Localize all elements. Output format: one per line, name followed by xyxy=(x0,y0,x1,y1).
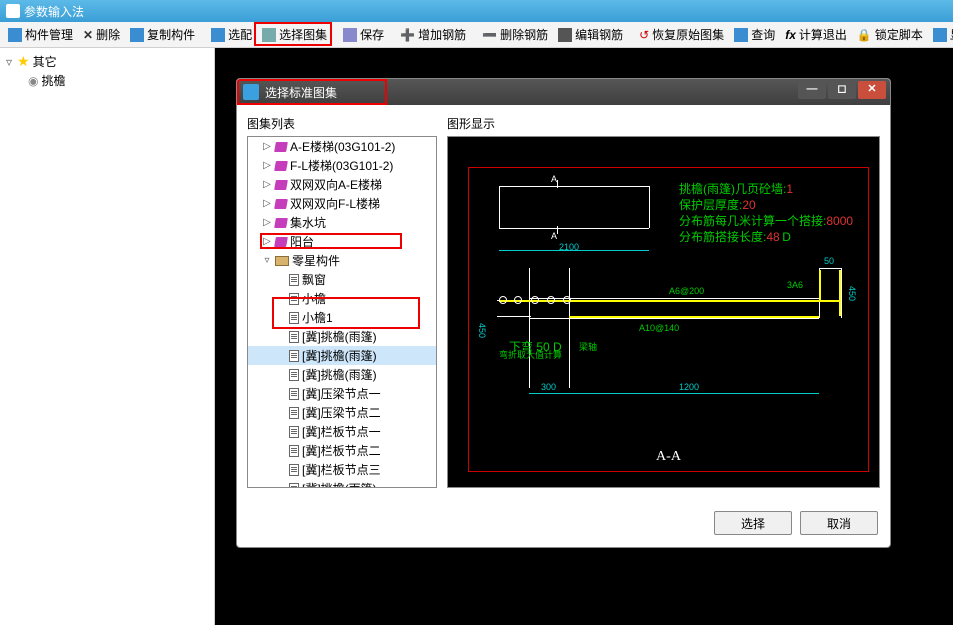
tree-node-label: 双网双向A-E楼梯 xyxy=(290,176,382,193)
tree-node[interactable]: ▷双网双向F-L楼梯 xyxy=(248,194,436,213)
doc-icon xyxy=(289,464,299,476)
app-icon xyxy=(6,4,20,18)
atlas-tree[interactable]: ▷A-E楼梯(03G101-2)▷F-L楼梯(03G101-2)▷双网双向A-E… xyxy=(247,136,437,488)
cancel-button[interactable]: 取消 xyxy=(800,511,878,535)
book-icon xyxy=(274,237,288,247)
node-icon: ◉ xyxy=(28,74,38,88)
minimize-button[interactable]: — xyxy=(798,81,826,99)
calc-exit-button[interactable]: fx计算退出 xyxy=(781,24,851,45)
book-icon xyxy=(274,180,288,190)
preview-section-title: 图形显示 xyxy=(447,115,880,132)
main-toolbar: 构件管理 ✕删除 复制构件 选配 选择图集 保存 ➕增加钢筋 ➖删除钢筋 编辑钢… xyxy=(0,22,953,48)
tree-node-label: 飘窗 xyxy=(302,271,326,288)
book-icon xyxy=(274,218,288,228)
tree-node[interactable]: [冀]挑檐(雨篷) xyxy=(248,346,436,365)
match-button[interactable]: 选配 xyxy=(207,24,256,45)
book-icon xyxy=(274,199,288,209)
tree-node-label: 集水坑 xyxy=(290,214,326,231)
doc-icon xyxy=(289,388,299,400)
tree-node-label: F-L楼梯(03G101-2) xyxy=(290,157,393,174)
tree-node-label: 小檐 xyxy=(302,290,326,307)
restore-atlas-button[interactable]: ↺恢复原始图集 xyxy=(635,24,728,45)
doc-icon xyxy=(289,369,299,381)
star-icon: ★ xyxy=(17,53,30,70)
select-atlas-button[interactable]: 选择图集 xyxy=(258,24,331,45)
ok-button[interactable]: 选择 xyxy=(714,511,792,535)
dialog-titlebar[interactable]: 选择标准图集 — ◻ ✕ xyxy=(237,79,890,105)
doc-icon xyxy=(289,293,299,305)
tree-node[interactable]: [冀]压梁节点二 xyxy=(248,403,436,422)
tree-node-label: [冀]栏板节点二 xyxy=(302,442,381,459)
tree-node-label: A-E楼梯(03G101-2) xyxy=(290,138,395,155)
book-icon xyxy=(274,161,288,171)
tree-child[interactable]: ◉ 挑檐 xyxy=(4,71,210,90)
openbook-icon xyxy=(275,256,289,266)
dialog-title-text: 选择标准图集 xyxy=(265,84,337,101)
doc-icon xyxy=(289,350,299,362)
doc-icon xyxy=(289,483,299,489)
doc-icon xyxy=(289,426,299,438)
tree-node[interactable]: 小檐 xyxy=(248,289,436,308)
tree-node[interactable]: ▷阳台 xyxy=(248,232,436,251)
tree-section-title: 图集列表 xyxy=(247,115,437,132)
tree-node[interactable]: [冀]挑檐(雨篷) xyxy=(248,479,436,488)
dialog-icon xyxy=(243,84,259,100)
doc-icon xyxy=(289,274,299,286)
delete-rebar-button[interactable]: ➖删除钢筋 xyxy=(478,24,552,45)
tree-node[interactable]: [冀]栏板节点三 xyxy=(248,460,436,479)
maximize-button[interactable]: ◻ xyxy=(828,81,856,99)
tree-node-label: [冀]压梁节点一 xyxy=(302,385,381,402)
app-title: 参数输入法 xyxy=(24,3,84,20)
tree-node-label: [冀]挑檐(雨篷) xyxy=(302,328,377,345)
tree-node-label: 阳台 xyxy=(290,233,314,250)
left-tree-panel: ▿ ★ 其它 ◉ 挑檐 xyxy=(0,48,215,625)
lock-script-button[interactable]: 🔒锁定脚本 xyxy=(853,24,927,45)
delete-button[interactable]: ✕删除 xyxy=(79,24,124,45)
tree-node[interactable]: [冀]栏板节点一 xyxy=(248,422,436,441)
select-atlas-dialog: 选择标准图集 — ◻ ✕ 图集列表 ▷A-E楼梯(03G101-2)▷F-L楼梯… xyxy=(236,78,891,548)
tree-node-label: [冀]栏板节点三 xyxy=(302,461,381,478)
preview-canvas: A A 2100 挑檐(雨篷)几页砼墙:1 保护层厚度:20 分布筋每几米计算一… xyxy=(447,136,880,488)
tree-node-label: [冀]挑檐(雨篷) xyxy=(302,366,377,383)
tree-node[interactable]: ▷F-L楼梯(03G101-2) xyxy=(248,156,436,175)
save-button[interactable]: 保存 xyxy=(339,24,388,45)
tree-node[interactable]: 飘窗 xyxy=(248,270,436,289)
tree-node[interactable]: [冀]压梁节点一 xyxy=(248,384,436,403)
member-mgmt-button[interactable]: 构件管理 xyxy=(4,24,77,45)
tree-node-label: 零星构件 xyxy=(292,252,340,269)
tree-root[interactable]: ▿ ★ 其它 xyxy=(4,52,210,71)
tree-node-label: [冀]挑檐(雨篷) xyxy=(302,480,377,488)
tree-node[interactable]: ▷双网双向A-E楼梯 xyxy=(248,175,436,194)
show-button[interactable]: 显 xyxy=(929,24,953,45)
tree-node[interactable]: 小檐1 xyxy=(248,308,436,327)
doc-icon xyxy=(289,312,299,324)
copy-member-button[interactable]: 复制构件 xyxy=(126,24,199,45)
book-icon xyxy=(274,142,288,152)
query-button[interactable]: 查询 xyxy=(730,24,779,45)
add-rebar-button[interactable]: ➕增加钢筋 xyxy=(396,24,470,45)
app-titlebar: 参数输入法 xyxy=(0,0,953,22)
tree-node[interactable]: ▷集水坑 xyxy=(248,213,436,232)
tree-node[interactable]: [冀]挑檐(雨篷) xyxy=(248,365,436,384)
tree-node[interactable]: ▿零星构件 xyxy=(248,251,436,270)
section-label: A-A xyxy=(656,449,681,465)
close-button[interactable]: ✕ xyxy=(858,81,886,99)
doc-icon xyxy=(289,407,299,419)
drawing-frame: A A 2100 挑檐(雨篷)几页砼墙:1 保护层厚度:20 分布筋每几米计算一… xyxy=(468,167,869,472)
tree-node[interactable]: [冀]挑檐(雨篷) xyxy=(248,327,436,346)
tree-node-label: [冀]压梁节点二 xyxy=(302,404,381,421)
tree-node[interactable]: [冀]栏板节点二 xyxy=(248,441,436,460)
tree-node[interactable]: ▷A-E楼梯(03G101-2) xyxy=(248,137,436,156)
doc-icon xyxy=(289,445,299,457)
tree-node-label: 小檐1 xyxy=(302,309,333,326)
tree-node-label: [冀]挑檐(雨篷) xyxy=(302,347,377,364)
doc-icon xyxy=(289,331,299,343)
tree-node-label: 双网双向F-L楼梯 xyxy=(290,195,380,212)
edit-rebar-button[interactable]: 编辑钢筋 xyxy=(554,24,627,45)
tree-node-label: [冀]栏板节点一 xyxy=(302,423,381,440)
